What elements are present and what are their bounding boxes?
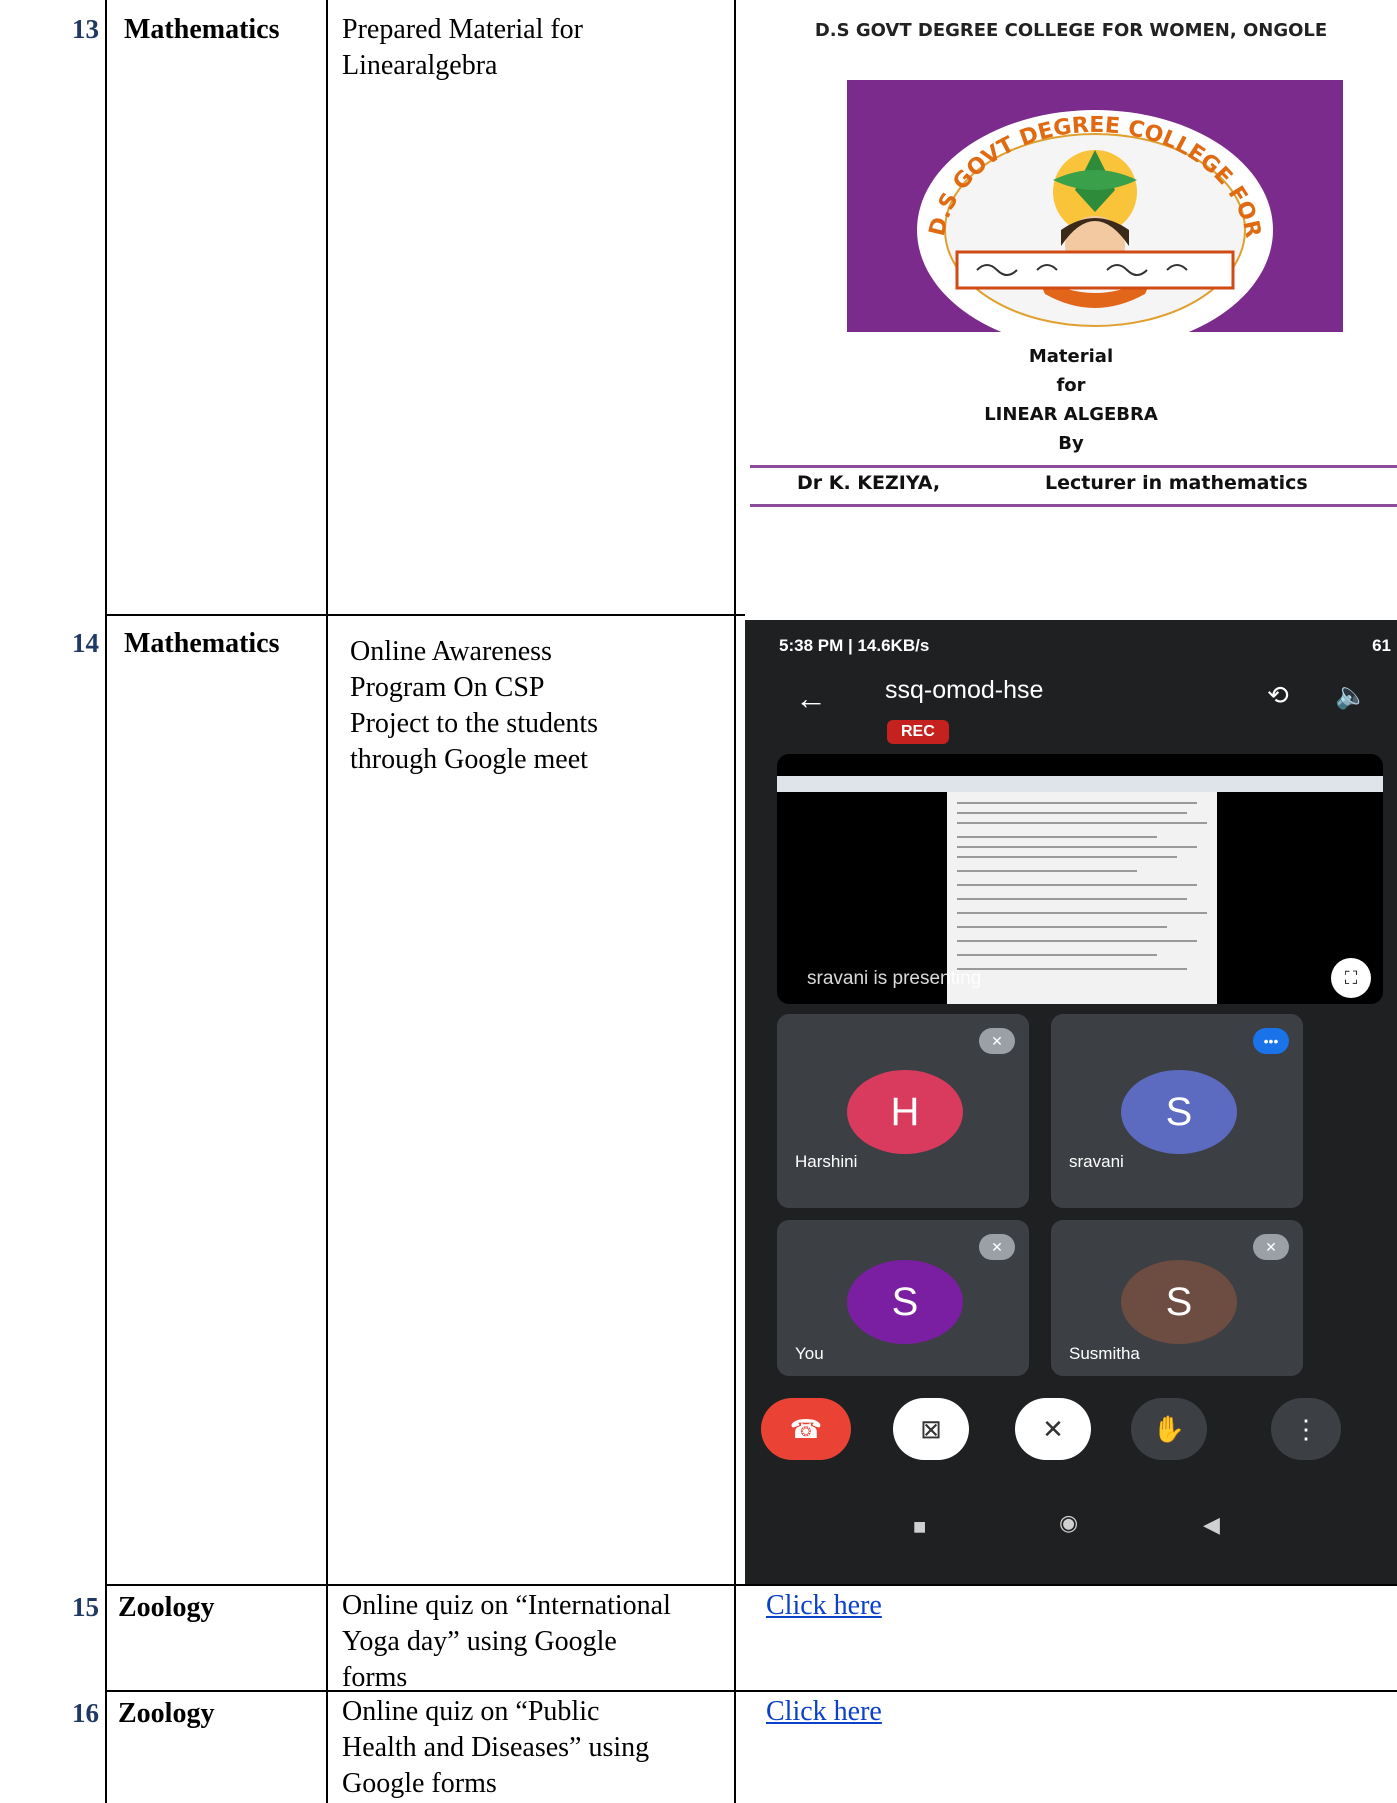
back-arrow-icon[interactable]: ← xyxy=(795,680,827,717)
subject-cell: Zoology xyxy=(118,1592,215,1623)
camera-off-button[interactable]: ⊠ xyxy=(893,1398,969,1460)
description-cell: Online quiz on “International Yoga day” … xyxy=(342,1588,671,1696)
college-logo: D.S GOVT DEGREE COLLEGE FOR WOMEN ONGOLE xyxy=(835,61,1343,350)
cover-line: for xyxy=(1056,375,1086,396)
subject-cell: Zoology xyxy=(118,1698,215,1729)
presentation-view: sravani is presenting ⛶ xyxy=(777,754,1383,1004)
fullscreen-icon[interactable]: ⛶ xyxy=(1331,958,1371,998)
shared-document xyxy=(947,792,1217,1004)
browser-toolbar xyxy=(777,776,1383,792)
raise-hand-button[interactable]: ✋ xyxy=(1131,1398,1207,1460)
quiz-link[interactable]: Click here xyxy=(766,1590,882,1622)
avatar: S xyxy=(1121,1260,1237,1344)
description-line: Online quiz on “Public xyxy=(342,1696,600,1727)
avatar: H xyxy=(847,1070,963,1154)
battery-level: 61 xyxy=(1372,636,1391,655)
table-border-left xyxy=(105,0,107,1803)
row-number: 13 xyxy=(72,14,99,44)
speaking-icon: ••• xyxy=(1253,1028,1289,1054)
participant-tile[interactable]: ✕ S Susmitha xyxy=(1051,1220,1303,1376)
description-line: Program On CSP xyxy=(350,672,545,703)
mic-off-icon: ✕ xyxy=(1253,1234,1289,1260)
subject-cell: Mathematics xyxy=(124,628,280,659)
recents-icon[interactable]: ■ xyxy=(913,1514,926,1540)
description-line: Linearalgebra xyxy=(342,50,498,81)
mic-off-button[interactable]: ✕ xyxy=(1015,1398,1091,1460)
end-call-button[interactable]: ☎ xyxy=(761,1398,851,1460)
mic-off-icon: ✕ xyxy=(979,1028,1015,1054)
description-line: Google forms xyxy=(342,1768,497,1799)
cover-line: Material xyxy=(1028,346,1114,367)
description-line: Health and Diseases” using xyxy=(342,1732,650,1763)
cover-rule-bottom xyxy=(750,504,1397,507)
participant-tile[interactable]: ✕ S You xyxy=(777,1220,1029,1376)
row-number: 16 xyxy=(72,1698,99,1728)
back-nav-icon[interactable]: ◀ xyxy=(1203,1512,1220,1538)
description-line: Project to the students xyxy=(350,708,599,739)
home-icon[interactable]: ◉ xyxy=(1059,1510,1078,1536)
cover-title: Material for LINEAR ALGEBRA By xyxy=(745,342,1397,458)
subject-cell: Mathematics xyxy=(124,14,280,45)
presenting-label: sravani is presenting xyxy=(807,968,982,989)
cover-author: Dr K. KEZIYA, xyxy=(797,472,941,494)
avatar: S xyxy=(1121,1070,1237,1154)
participant-name: You xyxy=(795,1344,824,1363)
participant-tile[interactable]: ✕ H Harshini xyxy=(777,1014,1029,1208)
mic-off-icon: ✕ xyxy=(979,1234,1015,1260)
cover-rule-top xyxy=(750,465,1397,468)
status-time: 5:38 PM | 14.6KB/s xyxy=(779,636,930,655)
description-line: Online quiz on “International xyxy=(342,1590,671,1621)
college-name: D.S GOVT DEGREE COLLEGE FOR WOMEN, ONGOL… xyxy=(814,20,1328,41)
description-line: through Google meet xyxy=(350,744,588,775)
participant-name: Susmitha xyxy=(1069,1344,1140,1363)
cover-line: LINEAR ALGEBRA xyxy=(984,404,1158,425)
participant-name: sravani xyxy=(1069,1152,1124,1171)
speaker-icon[interactable]: 🔈 xyxy=(1335,680,1367,711)
cover-line: By xyxy=(1058,433,1084,454)
description-line: Online Awareness xyxy=(350,636,552,667)
material-cover-image: D.S GOVT DEGREE COLLEGE FOR WOMEN, ONGOL… xyxy=(745,2,1397,612)
recording-badge: REC xyxy=(887,720,949,744)
description-cell: Online quiz on “Public Health and Diseas… xyxy=(342,1694,649,1802)
description-line: Yoga day” using Google xyxy=(342,1626,617,1657)
quiz-link[interactable]: Click here xyxy=(766,1696,882,1728)
avatar: S xyxy=(847,1260,963,1344)
participant-tile[interactable]: ••• S sravani xyxy=(1051,1014,1303,1208)
cover-author-role: Lecturer in mathematics xyxy=(1045,472,1308,494)
row-divider-15-16 xyxy=(105,1690,1397,1692)
switch-camera-icon[interactable]: ⟲ xyxy=(1267,680,1289,711)
google-meet-screenshot: 5:38 PM | 14.6KB/s 61 ← ssq-omod-hse REC… xyxy=(745,620,1397,1584)
table-border-col2 xyxy=(326,0,328,1803)
row-divider-13-14 xyxy=(105,614,745,616)
participant-name: Harshini xyxy=(795,1152,858,1171)
description-line: Prepared Material for xyxy=(342,14,583,45)
description-line: forms xyxy=(342,1662,408,1693)
row-divider-14-15 xyxy=(105,1584,1397,1586)
meeting-code: ssq-omod-hse xyxy=(885,676,1044,704)
description-cell: Online Awareness Program On CSP Project … xyxy=(350,634,598,778)
row-number: 15 xyxy=(72,1592,99,1622)
more-options-button[interactable]: ⋮ xyxy=(1271,1398,1341,1460)
table-border-col3 xyxy=(734,0,736,1803)
description-cell: Prepared Material for Linearalgebra xyxy=(342,12,583,84)
row-number: 14 xyxy=(72,628,99,658)
